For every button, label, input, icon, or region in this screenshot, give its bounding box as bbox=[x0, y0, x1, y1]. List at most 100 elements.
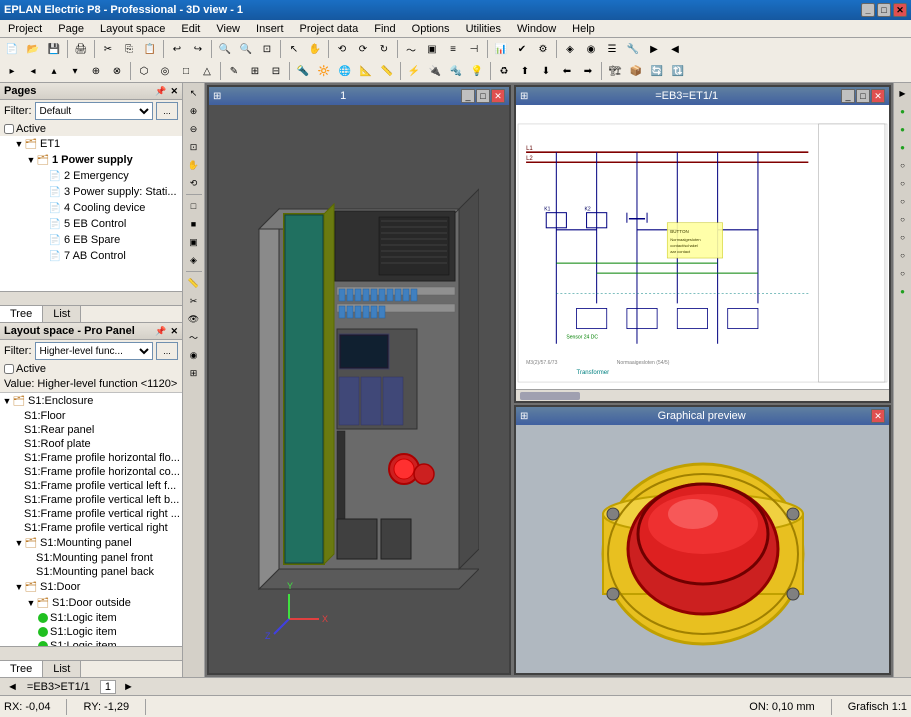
nav-rotate[interactable]: ⟲ bbox=[186, 175, 202, 191]
tb-move[interactable]: ✋ bbox=[305, 39, 325, 59]
expand-door[interactable]: ▼ bbox=[14, 582, 24, 592]
tb2-1[interactable]: ▸ bbox=[2, 61, 22, 81]
pages-tab-list[interactable]: List bbox=[43, 306, 81, 322]
nav-measure[interactable]: 📏 bbox=[186, 275, 202, 291]
nav-zoom-fit[interactable]: ⊡ bbox=[186, 139, 202, 155]
tree-item-eb-control[interactable]: 📄 5 EB Control bbox=[0, 216, 182, 232]
rs-btn-10[interactable]: ○ bbox=[895, 247, 911, 263]
tb2-10[interactable]: △ bbox=[197, 61, 217, 81]
nav-zoom-out[interactable]: ⊖ bbox=[186, 121, 202, 137]
tree-item-et1[interactable]: ▼ 🗂 ET1 bbox=[0, 136, 182, 152]
tb2-11[interactable]: ✎ bbox=[224, 61, 244, 81]
menu-project-data[interactable]: Project data bbox=[296, 22, 363, 36]
tree-item-emergency[interactable]: 📄 2 Emergency bbox=[0, 168, 182, 184]
tb-list[interactable]: ☰ bbox=[602, 39, 622, 59]
nav-persp[interactable]: ◈ bbox=[186, 252, 202, 268]
tree-item-mount-panel[interactable]: ▼ 🗂 S1:Mounting panel bbox=[0, 535, 182, 551]
tb2-17[interactable]: 📐 bbox=[356, 61, 376, 81]
tree-item-mpb[interactable]: S1:Mounting panel back bbox=[0, 565, 182, 579]
tb2-8[interactable]: ◎ bbox=[155, 61, 175, 81]
rs-btn-2[interactable]: ● bbox=[895, 103, 911, 119]
tb-zoom-out[interactable]: 🔍 bbox=[236, 39, 256, 59]
schematic-close[interactable]: ✕ bbox=[871, 89, 885, 103]
tb2-22[interactable]: 💡 bbox=[467, 61, 487, 81]
expand-mp[interactable]: ▼ bbox=[14, 538, 24, 548]
tree-item-logic2[interactable]: S1:Logic item bbox=[0, 625, 182, 639]
nav-back[interactable]: ■ bbox=[186, 216, 202, 232]
tb-rotate-x[interactable]: ⟲ bbox=[332, 39, 352, 59]
tb2-25[interactable]: ⬇ bbox=[536, 61, 556, 81]
menu-project[interactable]: Project bbox=[4, 22, 46, 36]
nav-section[interactable]: ✂ bbox=[186, 293, 202, 309]
nav-next-button[interactable]: ► bbox=[120, 681, 137, 693]
rs-btn-1[interactable]: ▶ bbox=[895, 85, 911, 101]
tb-zoom-in[interactable]: 🔍 bbox=[215, 39, 235, 59]
pages-tab-tree[interactable]: Tree bbox=[0, 306, 43, 322]
tree-item-roof[interactable]: S1:Roof plate bbox=[0, 437, 182, 451]
pro-filter-button[interactable]: ... bbox=[156, 342, 178, 360]
menu-help[interactable]: Help bbox=[568, 22, 599, 36]
nav-wire[interactable]: 〜 bbox=[186, 329, 202, 345]
tree-item-frame-v1[interactable]: S1:Frame profile vertical left f... bbox=[0, 479, 182, 493]
tb-select[interactable]: ↖ bbox=[284, 39, 304, 59]
view-3d-minimize[interactable]: _ bbox=[461, 89, 475, 103]
tb-new[interactable]: 📄 bbox=[2, 39, 22, 59]
rs-btn-11[interactable]: ○ bbox=[895, 265, 911, 281]
tb-paste[interactable]: 📋 bbox=[140, 39, 160, 59]
tb-zoom-fit[interactable]: ⊡ bbox=[257, 39, 277, 59]
tree-item-door[interactable]: ▼ 🗂 S1:Door bbox=[0, 579, 182, 595]
view-3d-maximize[interactable]: □ bbox=[476, 89, 490, 103]
nav-select[interactable]: ↖ bbox=[186, 85, 202, 101]
tree-item-logic1[interactable]: S1:Logic item bbox=[0, 611, 182, 625]
menu-edit[interactable]: Edit bbox=[177, 22, 204, 36]
tb2-2[interactable]: ◂ bbox=[23, 61, 43, 81]
tb-save[interactable]: 💾 bbox=[44, 39, 64, 59]
rs-btn-8[interactable]: ○ bbox=[895, 211, 911, 227]
tb2-28[interactable]: 🏗 bbox=[605, 61, 625, 81]
tree-item-frame-v3[interactable]: S1:Frame profile vertical right ... bbox=[0, 507, 182, 521]
rs-btn-3[interactable]: ● bbox=[895, 121, 911, 137]
tb-term[interactable]: ⊣ bbox=[464, 39, 484, 59]
tb2-19[interactable]: ⚡ bbox=[404, 61, 424, 81]
tb-open[interactable]: 📂 bbox=[23, 39, 43, 59]
expand-et1[interactable]: ▼ bbox=[14, 139, 24, 149]
tb-comp[interactable]: ▣ bbox=[422, 39, 442, 59]
view-3d-close[interactable]: ✕ bbox=[491, 89, 505, 103]
pro-pin-icon[interactable]: 📌 bbox=[155, 326, 166, 337]
tb2-5[interactable]: ⊕ bbox=[86, 61, 106, 81]
pages-pin-icon[interactable]: 📌 bbox=[155, 86, 166, 97]
nav-front[interactable]: □ bbox=[186, 198, 202, 214]
tb-copy[interactable]: ⎘ bbox=[119, 39, 139, 59]
tb2-18[interactable]: 📏 bbox=[377, 61, 397, 81]
tb2-29[interactable]: 📦 bbox=[626, 61, 646, 81]
tree-item-frame-h2[interactable]: S1:Frame profile horizontal co... bbox=[0, 465, 182, 479]
nav-extra[interactable]: ⊞ bbox=[186, 365, 202, 381]
menu-page[interactable]: Page bbox=[54, 22, 88, 36]
tb-report[interactable]: 📊 bbox=[491, 39, 511, 59]
tree-item-frame-v4[interactable]: S1:Frame profile vertical right bbox=[0, 521, 182, 535]
menu-window[interactable]: Window bbox=[513, 22, 560, 36]
tb2-26[interactable]: ⬅ bbox=[557, 61, 577, 81]
tree-item-mpf[interactable]: S1:Mounting panel front bbox=[0, 551, 182, 565]
rs-btn-12[interactable]: ● bbox=[895, 283, 911, 299]
tb-rotate-z[interactable]: ↻ bbox=[374, 39, 394, 59]
tb2-31[interactable]: 🔃 bbox=[668, 61, 688, 81]
tb-redo[interactable]: ↪ bbox=[188, 39, 208, 59]
tree-item-power[interactable]: ▼ 🗂 1 Power supply bbox=[0, 152, 182, 168]
menu-insert[interactable]: Insert bbox=[252, 22, 288, 36]
rs-btn-7[interactable]: ○ bbox=[895, 193, 911, 209]
nav-top[interactable]: ▣ bbox=[186, 234, 202, 250]
tb2-30[interactable]: 🔄 bbox=[647, 61, 667, 81]
tb-cable[interactable]: ≡ bbox=[443, 39, 463, 59]
rs-btn-4[interactable]: ● bbox=[895, 139, 911, 155]
tree-item-logic3[interactable]: S1:Logic item bbox=[0, 639, 182, 646]
tb-cut[interactable]: ✂ bbox=[98, 39, 118, 59]
tb2-6[interactable]: ⊗ bbox=[107, 61, 127, 81]
tb2-12[interactable]: ⊞ bbox=[245, 61, 265, 81]
tb2-27[interactable]: ➡ bbox=[578, 61, 598, 81]
tb-extra2[interactable]: ◀ bbox=[665, 39, 685, 59]
tb2-21[interactable]: 🔩 bbox=[446, 61, 466, 81]
pro-tab-list[interactable]: List bbox=[43, 661, 81, 677]
tb2-15[interactable]: 🔆 bbox=[314, 61, 334, 81]
tb-rotate-y[interactable]: ⟳ bbox=[353, 39, 373, 59]
